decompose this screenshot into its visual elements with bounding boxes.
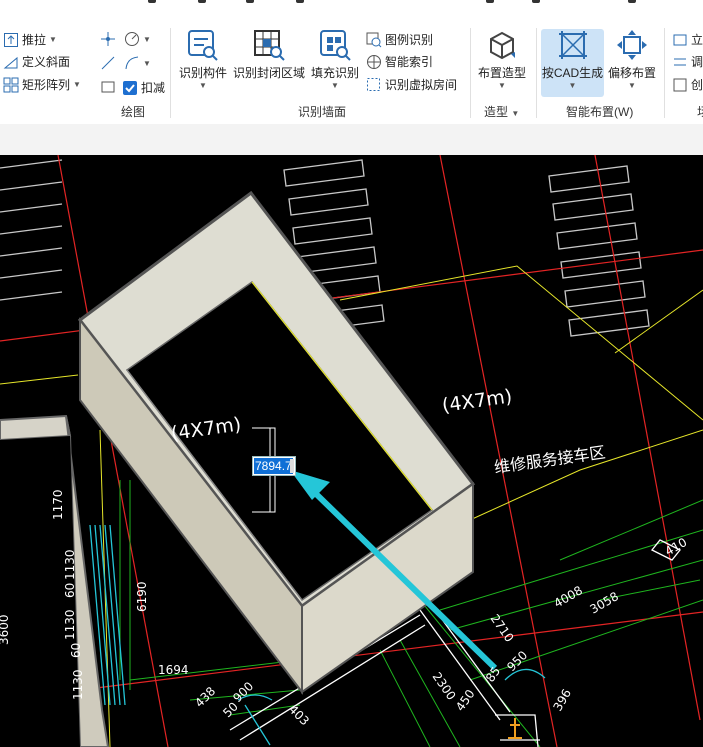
left-room-3d [0, 414, 110, 747]
draw-group-label: 绘图 [121, 105, 146, 119]
room-label: 维修服务接车区 [493, 443, 607, 477]
generate-by-cad-label: 按CAD生成 [541, 66, 604, 80]
dimension-label: 396 [550, 687, 574, 714]
offset-layout-icon [615, 28, 649, 62]
dimension-label: 1130 [63, 609, 77, 640]
rect-array-button[interactable]: 矩形阵列 ▼ [3, 76, 81, 93]
dimension-label: 3600 [0, 614, 11, 645]
legend-icon [366, 32, 382, 48]
checkbox-checked-icon [122, 80, 138, 96]
dimension-label: 950 [504, 648, 530, 674]
dimension-input-value[interactable]: 7894.7 [254, 458, 293, 474]
recognize-closed-area-label: 识别封闭区域 [232, 66, 305, 80]
dimension-input-box[interactable]: 7894.7 [252, 456, 296, 476]
push-pull-label: 推拉 [22, 33, 47, 47]
text-cursor [290, 459, 294, 473]
dimension-label: 2300 [430, 670, 459, 703]
place-model-label: 布置造型 [477, 66, 526, 80]
ribbon-toolbar: 推拉 ▼ 定义斜面 矩形阵列 ▼ ▼ ▼ 扣减 绘图 识别构件 ▼ 识别封闭区域 填充… [0, 22, 703, 125]
fill-recognize-icon [318, 28, 352, 62]
legend-recognize-button[interactable]: 图例识别 [366, 31, 433, 48]
dimension-label: 3058 [588, 589, 621, 616]
subtract-checkbox[interactable]: 扣减 [122, 79, 165, 96]
wall-group-label: 识别墙面 [298, 105, 347, 119]
group-divider [170, 28, 171, 118]
globe-index-icon [366, 54, 382, 70]
push-pull-icon [3, 32, 19, 48]
cad-drawing: (4X7m) (4X7m) 维修服务接车区 1170 1130 60 1130 … [0, 155, 703, 747]
rectangle-icon [100, 79, 116, 95]
dimension-label: 4008 [552, 583, 585, 610]
group-divider [664, 28, 665, 118]
partial-tool-3[interactable]: 创 [672, 76, 703, 93]
circle-icon [124, 31, 140, 47]
dimension-label: 6190 [135, 581, 149, 612]
partial-tool-2[interactable]: 调 [672, 53, 703, 70]
slope-icon [3, 54, 19, 70]
dimension-label: 438 [192, 684, 218, 710]
dimension-label: 1130 [71, 669, 85, 700]
define-slope-button[interactable]: 定义斜面 [3, 53, 70, 70]
partial-tool-icon [672, 77, 688, 93]
model-group-label: 造型 ▼ [484, 105, 520, 119]
arc-icon [124, 55, 140, 71]
line-tool-button[interactable] [100, 55, 116, 71]
partial-tool-2-label: 调 [691, 55, 703, 69]
partial-group-label: 场 [697, 103, 703, 120]
line-icon [100, 55, 116, 71]
place-model-button[interactable]: 布置造型 ▼ [474, 28, 530, 90]
dimension-label: 1130 [63, 549, 77, 580]
rect-array-label: 矩形阵列 [22, 78, 71, 92]
push-pull-button[interactable]: 推拉 ▼ [3, 31, 57, 48]
dimension-label: 900 [230, 679, 256, 705]
smart-index-button[interactable]: 智能索引 [366, 53, 433, 70]
grid-array-icon [3, 77, 19, 93]
subtract-label: 扣减 [141, 81, 166, 95]
closed-area-grid-icon [252, 28, 286, 62]
title-strip [0, 0, 703, 22]
recognize-component-icon [186, 28, 220, 62]
group-divider [536, 28, 537, 118]
dimension-label: 60 [63, 583, 77, 598]
partial-tool-3-label: 创 [691, 78, 703, 92]
recognize-component-button[interactable]: 识别构件 ▼ [176, 28, 230, 90]
generate-by-cad-button[interactable]: 按CAD生成 ▼ [541, 28, 604, 90]
virtual-room-button[interactable]: 识别虚拟房间 [366, 76, 457, 93]
partial-tool-icon [672, 54, 688, 70]
recognize-component-label: 识别构件 [178, 66, 227, 80]
smart-group-label: 智能布置(W) [566, 105, 634, 119]
size-label: (4X7m) [441, 385, 514, 417]
offset-layout-button[interactable]: 偏移布置 ▼ [605, 28, 659, 90]
fill-recognize-button[interactable]: 填充识别 ▼ [309, 28, 361, 90]
partial-tool-1[interactable]: 立 [672, 31, 703, 48]
virtual-room-label: 识别虚拟房间 [385, 78, 458, 92]
column-marker [508, 718, 522, 739]
tab-strip-area [0, 124, 703, 155]
dimension-label: 2710 [488, 612, 517, 645]
offset-layout-label: 偏移布置 [607, 66, 656, 80]
legend-recognize-label: 图例识别 [385, 33, 434, 47]
partial-tool-icon [672, 32, 688, 48]
dashed-room-icon [366, 77, 382, 93]
smart-index-label: 智能索引 [385, 55, 434, 69]
crosshair-point-icon [100, 31, 116, 47]
cad-drawing-canvas[interactable]: (4X7m) (4X7m) 维修服务接车区 1170 1130 60 1130 … [0, 155, 703, 747]
arc-tool-button[interactable]: ▼ [124, 55, 151, 71]
rect-tool-button[interactable] [100, 79, 116, 95]
partial-tool-1-label: 立 [691, 33, 703, 47]
define-slope-label: 定义斜面 [22, 55, 71, 69]
dimension-label: 1170 [51, 489, 65, 520]
circle-tool-button[interactable]: ▼ [124, 31, 151, 47]
cad-generate-icon [556, 28, 590, 62]
dimension-label: 60 [69, 643, 83, 658]
point-tool-button[interactable] [100, 31, 116, 47]
cube-icon [485, 28, 519, 62]
group-divider [470, 28, 471, 118]
dimension-label: 1694 [158, 663, 189, 677]
recognize-closed-area-button[interactable]: 识别封闭区域 [232, 28, 306, 81]
main-room-3d [77, 190, 476, 695]
fill-recognize-label: 填充识别 [310, 66, 359, 80]
